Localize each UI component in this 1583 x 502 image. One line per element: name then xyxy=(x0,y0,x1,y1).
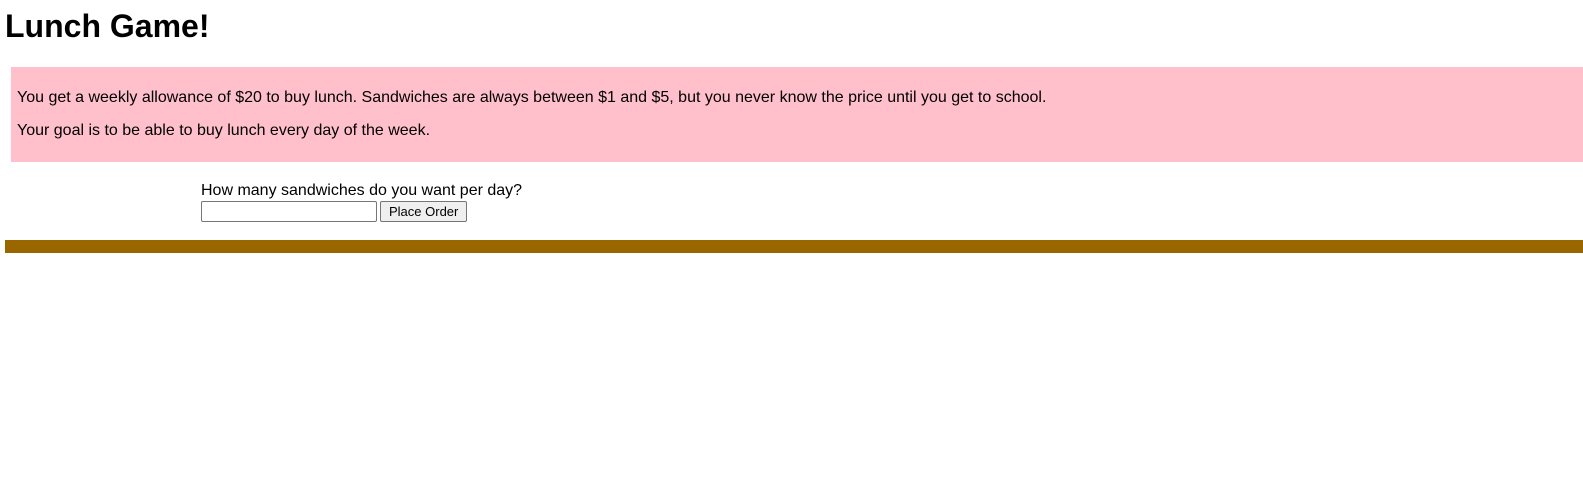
lunch-game-page: Lunch Game! You get a weekly allowance o… xyxy=(0,0,1583,502)
sandwich-count-label: How many sandwiches do you want per day? xyxy=(201,182,523,199)
instructions-allowance-text: You get a weekly allowance of $20 to buy… xyxy=(17,89,1047,106)
order-form: How many sandwiches do you want per day?… xyxy=(201,181,522,222)
instructions-goal-text: Your goal is to be able to buy lunch eve… xyxy=(17,122,431,139)
instructions-box: You get a weekly allowance of $20 to buy… xyxy=(11,67,1583,162)
sandwich-count-input[interactable] xyxy=(201,201,377,222)
order-form-row: Place Order xyxy=(201,201,522,222)
page-title: Lunch Game! xyxy=(5,8,210,44)
place-order-button[interactable]: Place Order xyxy=(380,201,468,222)
divider-bar xyxy=(5,240,1583,253)
